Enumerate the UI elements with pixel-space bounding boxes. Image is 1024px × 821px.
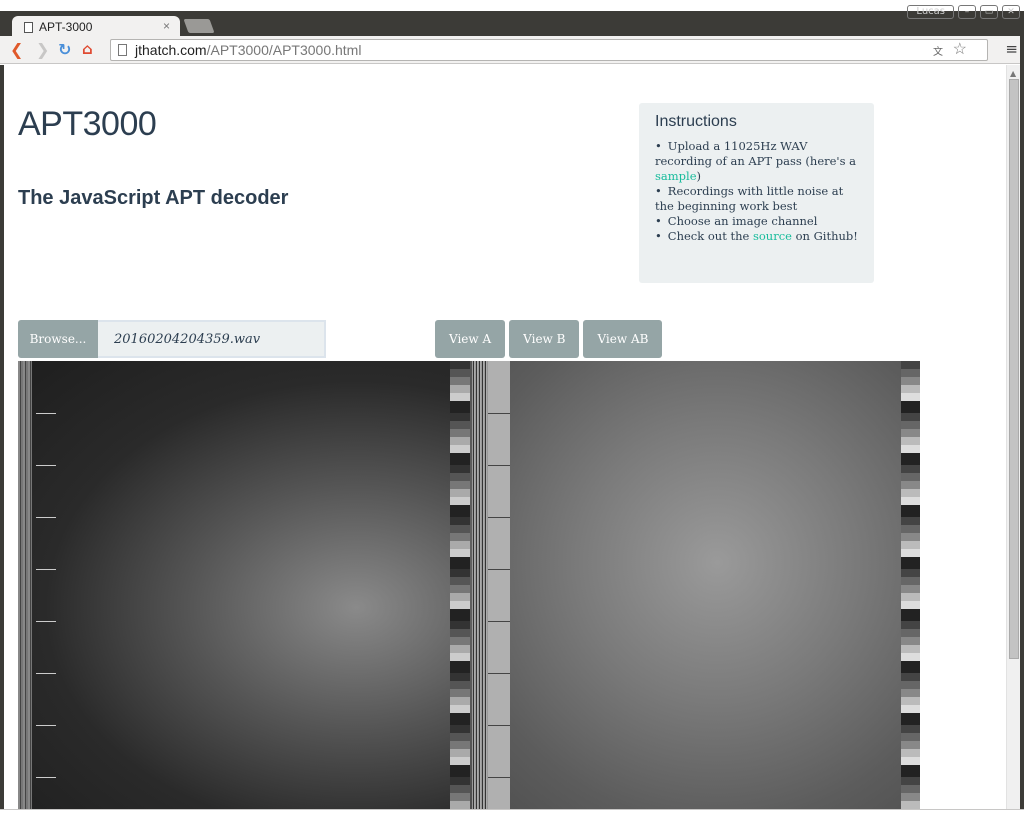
space-marker xyxy=(488,517,510,518)
file-input-group: Browse... 20160204204359.wav xyxy=(18,320,326,358)
space-marker xyxy=(488,621,510,622)
page-title: APT3000 xyxy=(18,105,157,143)
source-link[interactable]: source xyxy=(753,229,792,243)
profile-button[interactable]: Lucas xyxy=(907,5,954,19)
minute-marker xyxy=(36,725,56,726)
space-b-band xyxy=(488,361,510,809)
back-icon[interactable]: ❮ xyxy=(10,40,23,59)
minute-marker xyxy=(36,569,56,570)
sync-a-band xyxy=(18,361,32,809)
instruction-text: Upload a 11025Hz WAV recording of an APT… xyxy=(655,139,857,168)
scroll-thumb[interactable] xyxy=(1009,79,1019,659)
space-marker xyxy=(488,413,510,414)
browser-toolbar: ❮ ❯ ↻ ⌂ jthatch.com/APT3000/APT3000.html… xyxy=(0,36,1024,78)
instruction-text: on Github! xyxy=(791,229,858,243)
minute-marker xyxy=(36,621,56,622)
decoded-apt-image xyxy=(18,361,920,809)
space-marker xyxy=(488,465,510,466)
minute-marker xyxy=(36,517,56,518)
reload-icon[interactable]: ↻ xyxy=(58,40,71,59)
file-name-field[interactable]: 20160204204359.wav xyxy=(98,320,326,358)
page-icon xyxy=(24,21,33,33)
space-marker xyxy=(488,673,510,674)
minimize-button[interactable]: – xyxy=(958,5,976,19)
telemetry-b-band xyxy=(901,361,920,809)
minute-marker xyxy=(36,465,56,466)
channel-b-image xyxy=(469,361,920,809)
bookmark-star-icon[interactable]: ☆ xyxy=(953,40,967,60)
space-marker xyxy=(488,777,510,778)
instruction-item: Recordings with little noise at the begi… xyxy=(655,184,858,214)
space-marker xyxy=(488,569,510,570)
new-tab-button[interactable] xyxy=(183,19,215,33)
tab-close-icon[interactable]: × xyxy=(163,19,170,33)
instruction-text: Choose an image channel xyxy=(667,214,818,228)
channel-a-image xyxy=(18,361,469,809)
translate-icon[interactable]: 文A xyxy=(933,43,947,78)
instructions-panel: Instructions Upload a 11025Hz WAV record… xyxy=(639,103,874,283)
home-icon[interactable]: ⌂ xyxy=(82,40,93,58)
view-button-group: View A View B View AB xyxy=(435,320,663,358)
vertical-scrollbar[interactable]: ▲ xyxy=(1006,65,1020,809)
telemetry-a-band xyxy=(450,361,470,809)
browse-button[interactable]: Browse... xyxy=(18,320,98,358)
sample-link[interactable]: sample xyxy=(655,169,697,183)
instruction-item: Choose an image channel xyxy=(655,214,858,229)
window-border xyxy=(1020,36,1024,821)
close-window-button[interactable]: ✕ xyxy=(1002,5,1020,19)
instruction-text: Check out the xyxy=(667,229,753,243)
maximize-button[interactable]: ▭ xyxy=(980,5,998,19)
scroll-up-arrow-icon[interactable]: ▲ xyxy=(1010,69,1016,78)
instruction-text: Recordings with little noise at the begi… xyxy=(655,184,844,213)
tab-title: APT-3000 xyxy=(39,20,93,34)
instructions-heading: Instructions xyxy=(655,113,737,130)
forward-icon[interactable]: ❯ xyxy=(36,40,49,59)
page-subtitle: The JavaScript APT decoder xyxy=(18,187,289,209)
page-info-icon[interactable] xyxy=(118,44,127,56)
minute-marker xyxy=(36,777,56,778)
os-top-strip xyxy=(0,0,1024,11)
url-path: /APT3000/APT3000.html xyxy=(206,42,362,58)
page-viewport: APT3000 The JavaScript APT decoder Instr… xyxy=(0,65,1024,809)
minute-marker xyxy=(36,673,56,674)
minute-marker xyxy=(36,413,56,414)
view-b-button[interactable]: View B xyxy=(509,320,580,358)
space-marker xyxy=(488,725,510,726)
window-bottom-edge xyxy=(0,809,1024,821)
view-a-button[interactable]: View A xyxy=(435,320,506,358)
url-host: jthatch.com xyxy=(135,42,207,58)
instruction-text: ) xyxy=(696,169,702,183)
instruction-item: Check out the source on Github! xyxy=(655,229,858,244)
instructions-list: Upload a 11025Hz WAV recording of an APT… xyxy=(655,139,858,244)
instruction-item: Upload a 11025Hz WAV recording of an APT… xyxy=(655,139,858,184)
browser-tab[interactable]: APT-3000 × xyxy=(12,16,180,38)
browser-tab-strip: Lucas – ▭ ✕ APT-3000 × xyxy=(0,5,1024,38)
browser-menu-icon[interactable]: ≡ xyxy=(1005,40,1018,58)
view-ab-button[interactable]: View AB xyxy=(583,320,663,358)
address-bar[interactable]: jthatch.com/APT3000/APT3000.html 文A ☆ xyxy=(110,39,988,78)
